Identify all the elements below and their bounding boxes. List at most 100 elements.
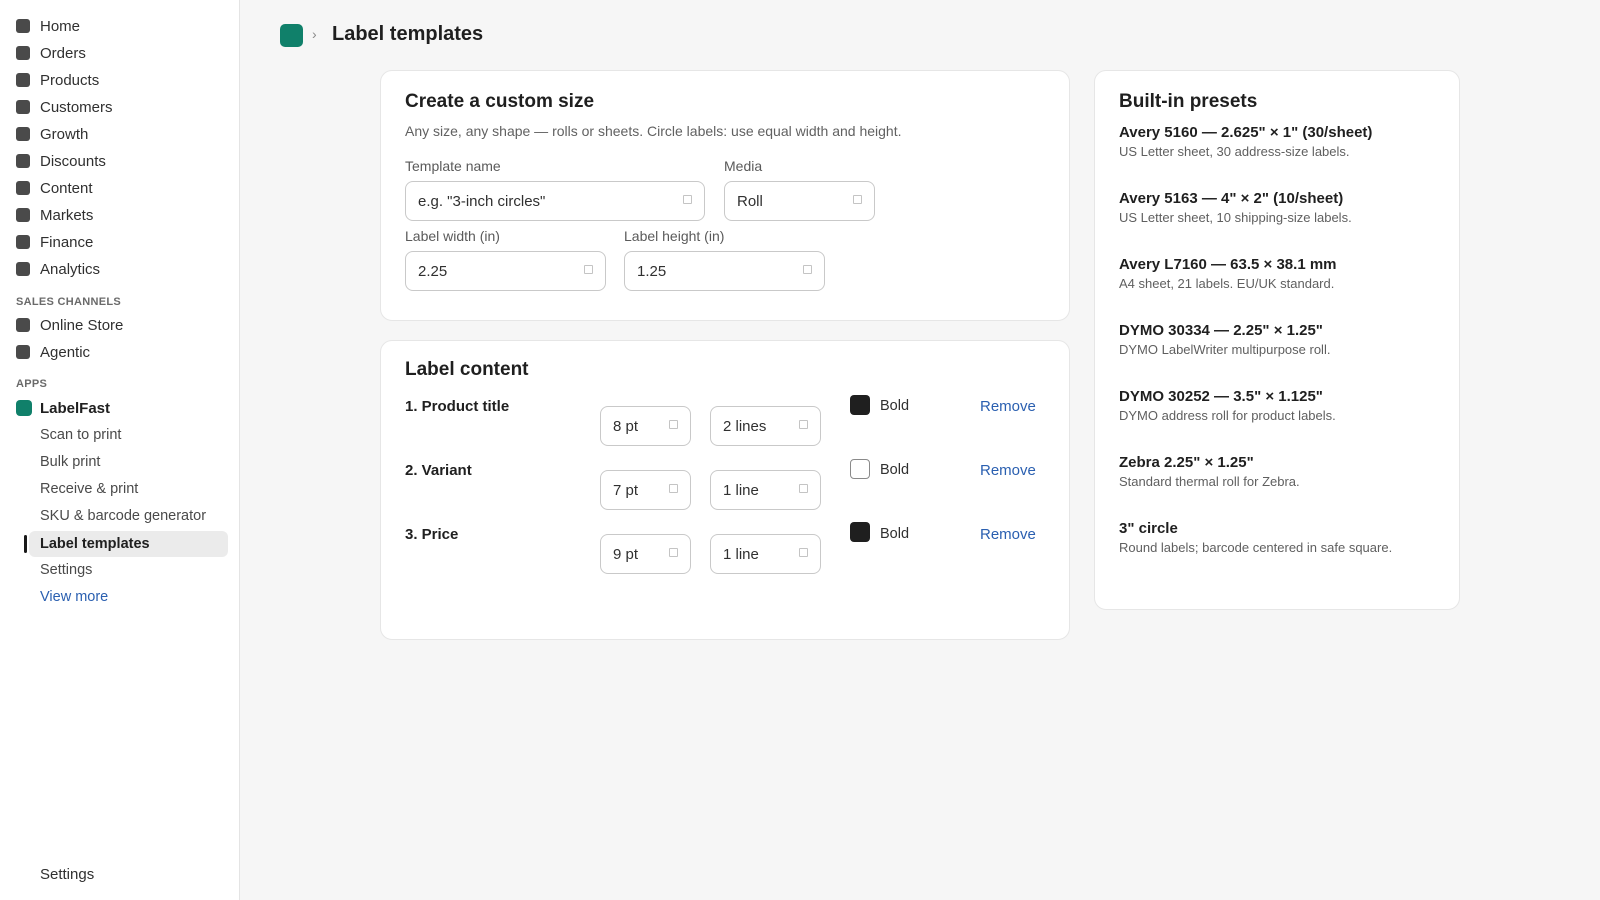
media-select[interactable]: Roll [724,181,875,221]
sidebar-item-growth[interactable]: Growth [16,122,88,146]
sidebar-item-finance[interactable]: Finance [16,230,93,254]
preset-name[interactable]: Zebra 2.25" × 1.25" [1119,454,1254,471]
sidebar-subitem-sku-barcode[interactable]: SKU & barcode generator [29,503,228,529]
preset-name[interactable]: 3" circle [1119,520,1178,537]
agentic-icon [16,345,30,359]
sidebar-subitem-scan-to-print[interactable]: Scan to print [29,422,228,448]
preset-name[interactable]: DYMO 30334 — 2.25" × 1.25" [1119,322,1323,339]
sidebar-item-label: Products [40,71,100,89]
bold-label: Bold [880,462,910,478]
field-handle-icon [853,195,862,204]
bold-checkbox[interactable] [850,395,870,415]
field-handle-icon [799,420,808,429]
store-icon [16,318,30,332]
finance-icon [16,235,30,249]
preset-name[interactable]: Avery L7160 — 63.5 × 38.1 mm [1119,256,1337,273]
sidebar-item-content[interactable]: Content [16,176,93,200]
sidebar-item-online-store[interactable]: Online Store [16,313,123,337]
preset-description: A4 sheet, 21 labels. EU/UK standard. [1119,276,1335,291]
markets-icon [16,208,30,222]
presets-title: Built-in presets [1119,91,1258,112]
sidebar-item-agentic[interactable]: Agentic [16,340,90,364]
field-handle-icon [584,265,593,274]
view-more-link[interactable]: View more [29,584,228,610]
breadcrumb-separator: › [312,26,317,42]
customers-icon [16,100,30,114]
line-count-value: 2 lines [723,417,767,435]
label-content-card: Label content 1. Product title 8 pt 2 li… [380,340,1070,640]
line-count-input[interactable]: 1 line [710,534,821,574]
products-icon [16,73,30,87]
home-icon [16,19,30,33]
label-height-label: Label height (in) [624,228,725,244]
sidebar-item-home[interactable]: Home [16,14,80,38]
font-size-value: 7 pt [613,481,639,499]
sidebar-item-orders[interactable]: Orders [16,41,86,65]
field-handle-icon [669,420,678,429]
preset-name[interactable]: Avery 5160 — 2.625" × 1" (30/sheet) [1119,124,1372,141]
sidebar-item-label: Content [40,179,93,197]
line-count-input[interactable]: 2 lines [710,406,821,446]
sidebar-item-customers[interactable]: Customers [16,95,113,119]
sidebar-item-label: Orders [40,44,86,62]
preset-name[interactable]: Avery 5163 — 4" × 2" (10/sheet) [1119,190,1343,207]
label-width-input[interactable]: 2.25 [405,251,606,291]
content-row-title: 2. Variant [405,462,472,479]
sidebar-item-analytics[interactable]: Analytics [16,257,100,281]
line-count-input[interactable]: 1 line [710,470,821,510]
label-width-label: Label width (in) [405,228,500,244]
template-name-label: Template name [405,158,501,174]
custom-size-title: Create a custom size [405,91,595,112]
content-row-title: 1. Product title [405,398,510,415]
custom-size-description: Any size, any shape — rolls or sheets. C… [405,123,902,139]
field-handle-icon [669,548,678,557]
font-size-input[interactable]: 8 pt [600,406,691,446]
active-indicator [24,535,27,553]
label-content-title: Label content [405,359,529,380]
preset-description: DYMO LabelWriter multipurpose roll. [1119,342,1331,357]
orders-icon [16,46,30,60]
sidebar-item-markets[interactable]: Markets [16,203,93,227]
content-icon [16,181,30,195]
content-row-title: 3. Price [405,526,459,543]
bold-checkbox[interactable] [850,459,870,479]
bold-checkbox[interactable] [850,522,870,542]
labelfast-app-icon [16,400,32,416]
sidebar-subitem-settings[interactable]: Settings [29,557,228,583]
sidebar-subitem-bulk-print[interactable]: Bulk print [29,449,228,475]
sidebar-item-label: Agentic [40,343,91,361]
preset-description: US Letter sheet, 10 shipping-size labels… [1119,210,1352,225]
bold-label: Bold [880,526,910,542]
sidebar-subitem-label-templates[interactable]: Label templates [29,531,228,557]
preset-description: Standard thermal roll for Zebra. [1119,474,1300,489]
label-height-value: 1.25 [637,262,667,280]
template-name-placeholder: e.g. "3-inch circles" [418,192,546,210]
sidebar-item-label: Finance [40,233,94,251]
template-name-input[interactable]: e.g. "3-inch circles" [405,181,705,221]
font-size-input[interactable]: 7 pt [600,470,691,510]
sidebar-item-labelfast[interactable]: LabelFast [16,396,110,420]
media-value: Roll [737,192,763,210]
sidebar-settings[interactable]: Settings [40,866,94,883]
label-height-input[interactable]: 1.25 [624,251,825,291]
label-width-value: 2.25 [418,262,448,280]
remove-button[interactable]: Remove [980,398,1036,415]
font-size-input[interactable]: 9 pt [600,534,691,574]
remove-button[interactable]: Remove [980,526,1036,543]
field-handle-icon [803,265,812,274]
line-count-value: 1 line [723,545,759,563]
sidebar-item-discounts[interactable]: Discounts [16,149,106,173]
labelfast-logo-icon[interactable] [280,24,303,47]
font-size-value: 9 pt [613,545,639,563]
preset-name[interactable]: DYMO 30252 — 3.5" × 1.125" [1119,388,1323,405]
sidebar: Home Orders Products Customers Growth Di… [0,0,240,900]
sidebar-item-label: LabelFast [40,399,111,417]
growth-icon [16,127,30,141]
sidebar-subitem-receive-print[interactable]: Receive & print [29,476,228,502]
presets-card: Built-in presets Avery 5160 — 2.625" × 1… [1094,70,1460,610]
analytics-icon [16,262,30,276]
bold-label: Bold [880,398,910,414]
remove-button[interactable]: Remove [980,462,1036,479]
media-label: Media [724,158,763,174]
sidebar-item-products[interactable]: Products [16,68,99,92]
